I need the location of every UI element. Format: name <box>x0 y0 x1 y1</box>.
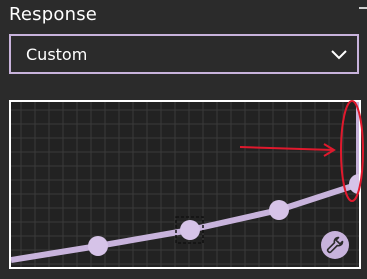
wrench-icon <box>326 236 344 254</box>
chevron-down-icon <box>330 45 348 63</box>
response-curve-editor[interactable] <box>9 100 361 269</box>
dropdown-selected-value: Custom <box>26 45 88 64</box>
curve-point[interactable] <box>269 200 289 220</box>
curve-canvas[interactable] <box>11 102 359 267</box>
response-panel: Response Custom <box>0 0 367 279</box>
curve-point[interactable] <box>180 220 200 240</box>
curve-point[interactable] <box>88 236 108 256</box>
panel-collapse-dash[interactable] <box>359 7 367 9</box>
curve-point[interactable] <box>349 174 359 194</box>
curve-tools-button[interactable] <box>321 231 349 259</box>
response-dropdown[interactable]: Custom <box>9 34 359 74</box>
section-title: Response <box>9 4 98 25</box>
